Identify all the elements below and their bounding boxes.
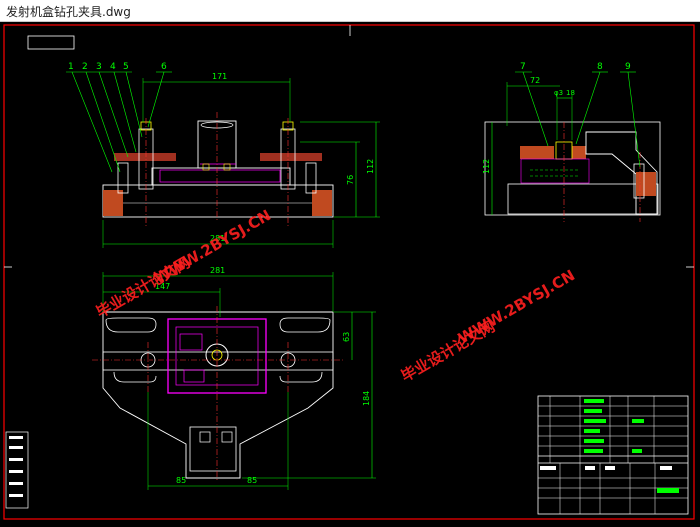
dim-front-height-outer: 112 [366, 159, 375, 174]
window-titlebar: 发射机盒钻孔夹具.dwg [0, 0, 700, 22]
dim-front-height-inner: 76 [346, 175, 355, 185]
dim-side-small-b: 18 [566, 89, 575, 97]
part-label-8: 8 [597, 62, 603, 72]
drawing-border [3, 24, 695, 520]
part-label-1: 1 [68, 62, 74, 72]
dim-side-width: 72 [530, 76, 540, 85]
dim-plan-bottom-right: 85 [247, 476, 257, 485]
dim-plan-overall-width: 281 [210, 266, 225, 275]
watermark-url-right: WWW.2BYSJ.CN [455, 266, 578, 347]
part-label-3: 3 [96, 62, 102, 72]
drawing-canvas[interactable]: 1 2 3 4 5 6 7 8 9 171 281 76 112 72 φ3 1… [0, 22, 700, 523]
part-label-4: 4 [110, 62, 116, 72]
part-label-2: 2 [82, 62, 88, 72]
window-title: 发射机盒钻孔夹具.dwg [6, 5, 131, 19]
watermark-url-left: WWW.2BYSJ.CN [151, 206, 274, 287]
part-label-6: 6 [161, 62, 167, 72]
part-label-5: 5 [123, 62, 129, 72]
dim-plan-bottom-left: 85 [176, 476, 186, 485]
dimension-values: 171 281 76 112 72 φ3 18 112 281 147 63 1… [155, 72, 575, 485]
plan-view-dimensions [102, 272, 376, 490]
revision-strip [5, 431, 29, 509]
dim-side-small-a: φ3 [554, 89, 563, 97]
watermarks: 毕业设计论文网 WWW.2BYSJ.CN 毕业设计论文网 WWW.2BYSJ.C… [93, 206, 578, 385]
dim-plan-height-total: 184 [362, 391, 371, 406]
dim-side-height: 112 [482, 159, 491, 174]
front-view [66, 71, 334, 227]
dim-front-top-width: 171 [212, 72, 227, 81]
part-label-9: 9 [625, 62, 631, 72]
dim-plan-height-upper: 63 [342, 332, 351, 342]
title-block [537, 395, 689, 515]
plan-view [92, 306, 344, 482]
part-number-labels: 1 2 3 4 5 6 7 8 9 [68, 62, 631, 72]
part-label-7: 7 [520, 62, 526, 72]
